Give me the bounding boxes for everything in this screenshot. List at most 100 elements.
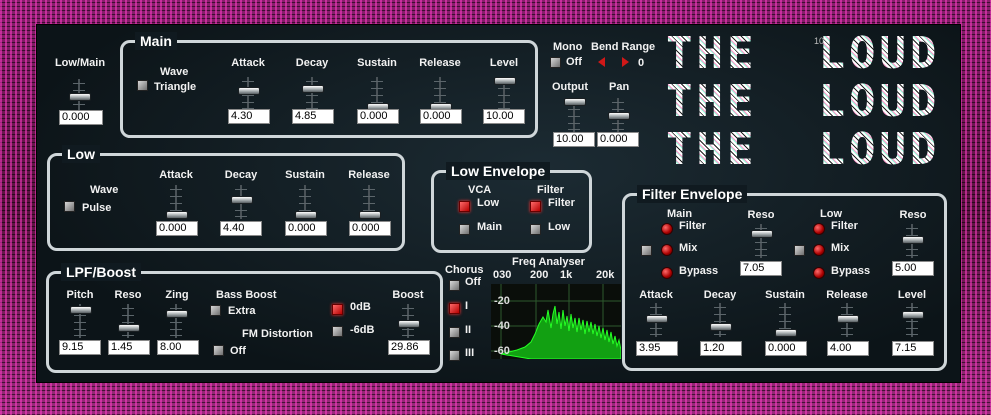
chorus-ii-label: II [465,324,472,336]
chorus-i-label: I [465,300,469,312]
lpf-reso-value[interactable]: 1.45 [108,340,150,355]
db-tick-20: -20 [494,295,510,307]
vca-main-checkbox[interactable] [459,224,470,235]
fm-distortion-value: Off [230,345,246,357]
boost-slider[interactable] [398,304,420,338]
db-tick-40: -40 [494,320,510,332]
main-level-label: Level [489,57,519,69]
fe-attack-value[interactable]: 3.95 [636,341,678,356]
fe-reso-slider[interactable] [751,224,773,258]
main-wave-checkbox[interactable] [137,80,148,91]
fe-reso2-slider[interactable] [902,224,924,258]
main-attack-slider[interactable] [238,77,260,111]
low-decay-label: Decay [224,169,258,181]
bass-boost-value: Extra [228,305,256,317]
low-main-slider[interactable] [69,79,91,113]
bass-boost-checkbox[interactable] [210,305,221,316]
fe-low-bypass-radio[interactable] [813,267,825,279]
boost-6db-checkbox[interactable] [332,326,343,337]
low-wave-label: Wave [90,184,119,196]
pan-value[interactable]: 0.000 [597,132,639,147]
bend-range-decrease-icon[interactable] [598,57,605,67]
bend-range-increase-icon[interactable] [622,57,629,67]
chorus-off-checkbox[interactable] [449,280,460,291]
main-wave-label: Wave [160,66,189,78]
fe-reso2-value[interactable]: 5.00 [892,261,934,276]
fe-decay-value[interactable]: 1.20 [700,341,742,356]
fe-low-filter-label: Filter [831,220,858,232]
pan-slider[interactable] [608,98,630,132]
fe-reso-label: Reso [747,209,775,221]
low-attack-slider[interactable] [166,185,188,219]
main-decay-label: Decay [295,57,329,69]
low-decay-slider[interactable] [231,185,253,219]
lpf-zing-slider[interactable] [166,304,188,338]
output-slider[interactable] [564,98,586,132]
fe-sustain-value[interactable]: 0.000 [765,341,807,356]
fe-level-slider[interactable] [902,303,924,337]
main-decay-value[interactable]: 4.85 [292,109,334,124]
lpf-zing-value[interactable]: 8.00 [157,340,199,355]
low-envelope-group: Low Envelope [431,162,592,253]
chorus-ii-checkbox[interactable] [449,327,460,338]
output-value[interactable]: 10.00 [553,132,595,147]
boost-6db-label: -6dB [350,324,375,336]
fe-level-label: Level [897,289,927,301]
fe-reso-value[interactable]: 7.05 [740,261,782,276]
main-sustain-value[interactable]: 0.000 [357,109,399,124]
mono-checkbox[interactable] [550,57,561,68]
fe-level-value[interactable]: 7.15 [892,341,934,356]
fe-main-filter-label: Filter [679,220,706,232]
lpf-pitch-value[interactable]: 9.15 [59,340,101,355]
main-release-value[interactable]: 0.000 [420,109,462,124]
fe-release-value[interactable]: 4.00 [827,341,869,356]
chorus-i-checkbox[interactable] [449,303,460,314]
fe-attack-slider[interactable] [646,303,668,337]
fe-decay-slider[interactable] [710,303,732,337]
low-release-label: Release [348,169,390,181]
fe-low-filter-radio[interactable] [813,223,825,235]
boost-value[interactable]: 29.86 [388,340,430,355]
low-wave-checkbox[interactable] [64,201,75,212]
fe-main-filter-radio[interactable] [661,223,673,235]
fe-main-mix-radio[interactable] [661,244,673,256]
main-sustain-slider[interactable] [367,77,389,111]
lpf-pitch-slider[interactable] [70,304,92,338]
main-release-label: Release [419,57,461,69]
main-release-slider[interactable] [430,77,452,111]
low-main-label: Low/Main [54,57,106,69]
low-decay-value[interactable]: 4.40 [220,221,262,236]
fe-sustain-slider[interactable] [775,303,797,337]
boost-0db-label: 0dB [350,301,371,313]
fe-main-mix-checkbox[interactable] [641,245,652,256]
low-main-value[interactable]: 0.000 [59,110,103,125]
fm-distortion-checkbox[interactable] [213,345,224,356]
low-release-slider[interactable] [359,185,381,219]
fe-main-bypass-radio[interactable] [661,267,673,279]
low-sustain-slider[interactable] [295,185,317,219]
chorus-iii-checkbox[interactable] [449,350,460,361]
low-attack-value[interactable]: 0.000 [156,221,198,236]
main-decay-slider[interactable] [302,77,324,111]
low-title: Low [62,145,100,163]
filter-low-checkbox[interactable] [530,224,541,235]
fe-main-label: Main [667,208,693,220]
main-level-slider[interactable] [494,77,516,111]
fe-low-mix-checkbox[interactable] [794,245,805,256]
low-release-value[interactable]: 0.000 [349,221,391,236]
freq-tick-20k: 20k [596,269,615,281]
boost-0db-checkbox[interactable] [332,304,343,315]
main-level-value[interactable]: 10.00 [483,109,525,124]
low-sustain-value[interactable]: 0.000 [285,221,327,236]
lpf-boost-group: LPF/Boost [46,263,443,373]
main-attack-value[interactable]: 4.30 [228,109,270,124]
fe-low-mix-radio[interactable] [813,244,825,256]
freq-analyser-display [491,284,622,360]
low-wave-value: Pulse [82,202,112,214]
filter-filter-checkbox[interactable] [530,201,541,212]
chorus-off-label: Off [465,276,481,288]
fe-release-slider[interactable] [837,303,859,337]
low-attack-label: Attack [159,169,193,181]
vca-low-checkbox[interactable] [459,201,470,212]
lpf-reso-slider[interactable] [118,304,140,338]
